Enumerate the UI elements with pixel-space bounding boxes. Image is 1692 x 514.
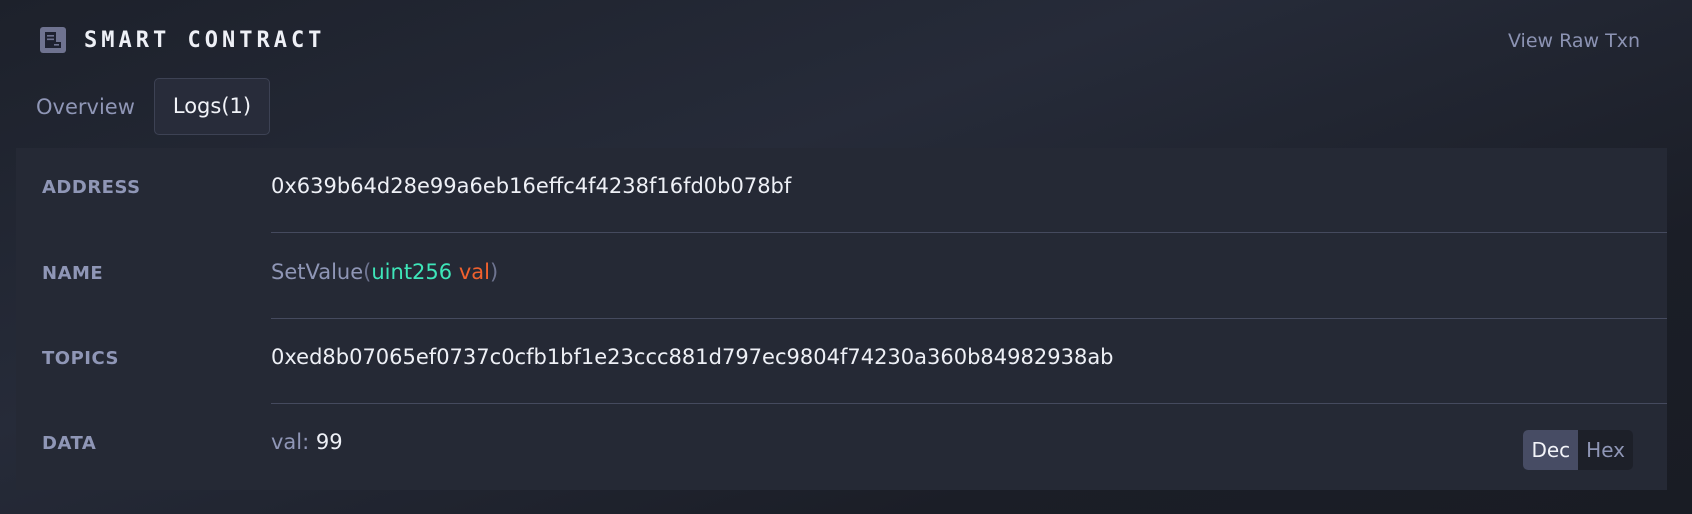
row-divider [271,232,1667,233]
dec-button[interactable]: Dec [1523,430,1579,470]
section-title: SMART CONTRACT [84,27,326,53]
format-toggle: Dec Hex [1523,430,1633,470]
tab-overview[interactable]: Overview [18,83,153,131]
topics-row: TOPICS 0xed8b07065ef0737c0cfb1bf1e23ccc8… [16,319,1667,404]
event-signature: SetValue(uint256 val) [271,260,498,284]
data-label: DATA [42,433,97,454]
view-raw-txn-link[interactable]: View Raw Txn [1508,30,1640,52]
section-header: SMART CONTRACT [40,26,325,54]
name-label: NAME [42,263,104,284]
topics-label: TOPICS [42,348,119,369]
hex-button[interactable]: Hex [1578,430,1633,470]
param-name: val [458,260,490,284]
param-type: uint256 [371,260,453,284]
data-key: val: [271,430,310,454]
log-panel: ADDRESS 0x639b64d28e99a6eb16effc4f4238f1… [16,148,1667,490]
tab-bar: Overview Logs(1) [18,78,271,135]
address-label: ADDRESS [42,177,141,198]
topics-value: 0xed8b07065ef0737c0cfb1bf1e23ccc881d797e… [271,345,1114,369]
data-number: 99 [315,430,343,454]
tab-logs[interactable]: Logs(1) [153,78,271,135]
address-value: 0x639b64d28e99a6eb16effc4f4238f16fd0b078… [271,174,792,198]
close-paren: ) [489,260,499,284]
address-row: ADDRESS 0x639b64d28e99a6eb16effc4f4238f1… [16,148,1667,233]
function-name: SetValue [271,260,364,284]
data-value: val: 99 [271,430,343,454]
data-row: DATA val: 99 [16,404,1667,489]
name-row: NAME SetValue(uint256 val) [16,234,1667,319]
document-icon [40,27,66,53]
